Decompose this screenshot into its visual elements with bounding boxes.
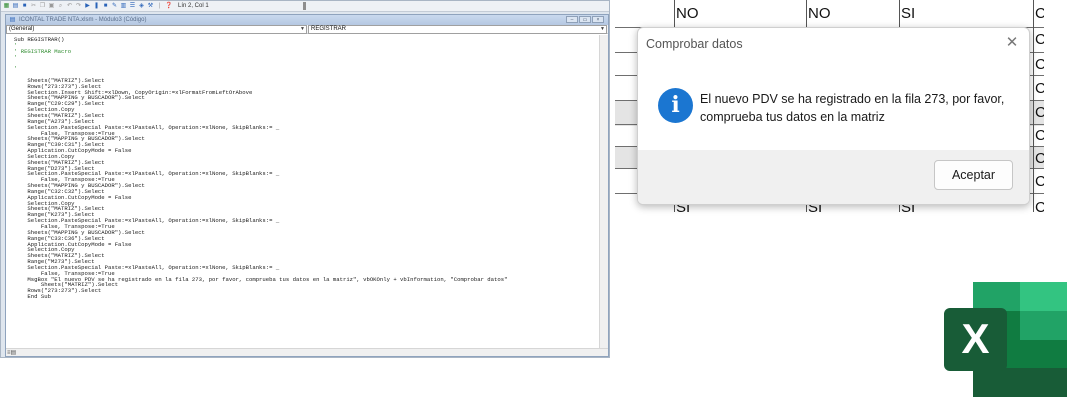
cell[interactable]: C xyxy=(1035,5,1044,22)
logo-tile xyxy=(973,282,1020,311)
toolbox-icon[interactable]: ⚒ xyxy=(147,3,154,10)
cell[interactable]: SI xyxy=(901,5,915,22)
cursor-position: Lín 2, Col 1 xyxy=(178,3,209,9)
information-icon: i xyxy=(658,88,693,123)
dialog-title: Comprobar datos xyxy=(646,37,743,51)
cell[interactable]: NO xyxy=(808,5,831,22)
project-explorer-icon[interactable]: ▥ xyxy=(120,3,127,10)
ok-button[interactable]: Aceptar xyxy=(934,160,1013,190)
save-icon[interactable]: ■ xyxy=(21,3,28,10)
logo-tile xyxy=(1020,340,1067,369)
maximize-button[interactable]: ▭ xyxy=(579,16,591,23)
chevron-down-icon: ▼ xyxy=(600,26,605,32)
logo-tile xyxy=(1020,311,1067,340)
logo-letter: X xyxy=(961,315,989,362)
code-view-bar: ≡▤ xyxy=(6,348,608,356)
dialog-message-line-1: El nuevo PDV se ha registrado en la fila… xyxy=(700,92,1005,106)
cell[interactable]: NO xyxy=(676,5,699,22)
close-button[interactable]: × xyxy=(592,16,604,23)
reset-icon[interactable]: ■ xyxy=(102,3,109,10)
excel-view-icon[interactable]: ▦ xyxy=(3,3,10,10)
redo-icon[interactable]: ↷ xyxy=(75,3,82,10)
cell[interactable]: C xyxy=(1035,127,1044,144)
toolbar-separator-icon: | xyxy=(158,2,161,9)
object-browser-icon[interactable]: ◈ xyxy=(138,3,145,10)
minimize-button[interactable]: – xyxy=(566,16,578,23)
message-box: Comprobar datos ✕ i El nuevo PDV se ha r… xyxy=(637,27,1030,205)
copy-icon[interactable]: ❐ xyxy=(39,3,46,10)
procedure-dropdown[interactable]: REGISTRAR ▼ xyxy=(308,25,607,34)
cell[interactable]: C xyxy=(1035,31,1044,48)
cell[interactable]: C xyxy=(1035,80,1044,97)
vertical-scrollbar[interactable] xyxy=(599,35,608,348)
cell[interactable]: C xyxy=(1035,173,1044,190)
cell[interactable]: C xyxy=(1035,56,1044,73)
properties-icon[interactable]: ☰ xyxy=(129,3,136,10)
logo-tile xyxy=(973,368,1067,397)
undo-icon[interactable]: ↶ xyxy=(66,3,73,10)
object-dropdown-value: (General) xyxy=(9,26,35,32)
design-mode-icon[interactable]: ✎ xyxy=(111,3,118,10)
find-icon[interactable]: ⌕ xyxy=(57,3,64,10)
paste-icon[interactable]: ▣ xyxy=(48,3,55,10)
gridline xyxy=(1033,0,1034,212)
object-dropdown[interactable]: (General) ▼ xyxy=(6,25,307,34)
code-combos: (General) ▼ REGISTRAR ▼ xyxy=(6,25,608,34)
toolbar-grip xyxy=(303,2,306,10)
code-window-titlebar[interactable]: ▤ ICONTAL TRADE NTA.xlsm - Módulo3 (Códi… xyxy=(6,15,608,25)
code-line: End Sub xyxy=(14,293,51,301)
cell[interactable]: C xyxy=(1035,199,1044,212)
procedure-dropdown-value: REGISTRAR xyxy=(311,26,347,32)
code-window-title: ICONTAL TRADE NTA.xlsm - Módulo3 (Código… xyxy=(19,17,147,23)
code-lines: Sub REGISTRAR() ' ' REGISTRAR Macro ' ' Shee… xyxy=(14,37,507,300)
chevron-down-icon: ▼ xyxy=(300,26,305,32)
procedure-view-icon[interactable]: ≡▤ xyxy=(7,349,16,356)
help-icon[interactable]: ❓ xyxy=(165,3,172,10)
cell[interactable]: C xyxy=(1035,104,1044,121)
cut-icon[interactable]: ✂ xyxy=(30,3,37,10)
insert-module-icon[interactable]: ▤ xyxy=(12,3,19,10)
excel-logo-icon: X xyxy=(944,282,1067,397)
break-icon[interactable]: ❚ xyxy=(93,3,100,10)
cell[interactable]: C xyxy=(1035,150,1044,167)
code-editor[interactable]: Sub REGISTRAR() ' ' REGISTRAR Macro ' ' Shee… xyxy=(6,35,598,356)
logo-tile xyxy=(1020,282,1067,311)
run-icon[interactable]: ▶ xyxy=(84,3,91,10)
dialog-message-line-2: comprueba tus datos en la matriz xyxy=(700,110,885,124)
module-icon: ▤ xyxy=(9,16,16,23)
close-icon[interactable]: ✕ xyxy=(1003,34,1021,52)
window-controls: – ▭ × xyxy=(565,16,604,23)
vba-editor: ▦ ▤ ■ ✂ ❐ ▣ ⌕ ↶ ↷ ▶ ❚ ■ ✎ ▥ ☰ ◈ ⚒ | ❓ Lí… xyxy=(0,0,610,358)
code-window: ▤ ICONTAL TRADE NTA.xlsm - Módulo3 (Códi… xyxy=(5,14,609,357)
